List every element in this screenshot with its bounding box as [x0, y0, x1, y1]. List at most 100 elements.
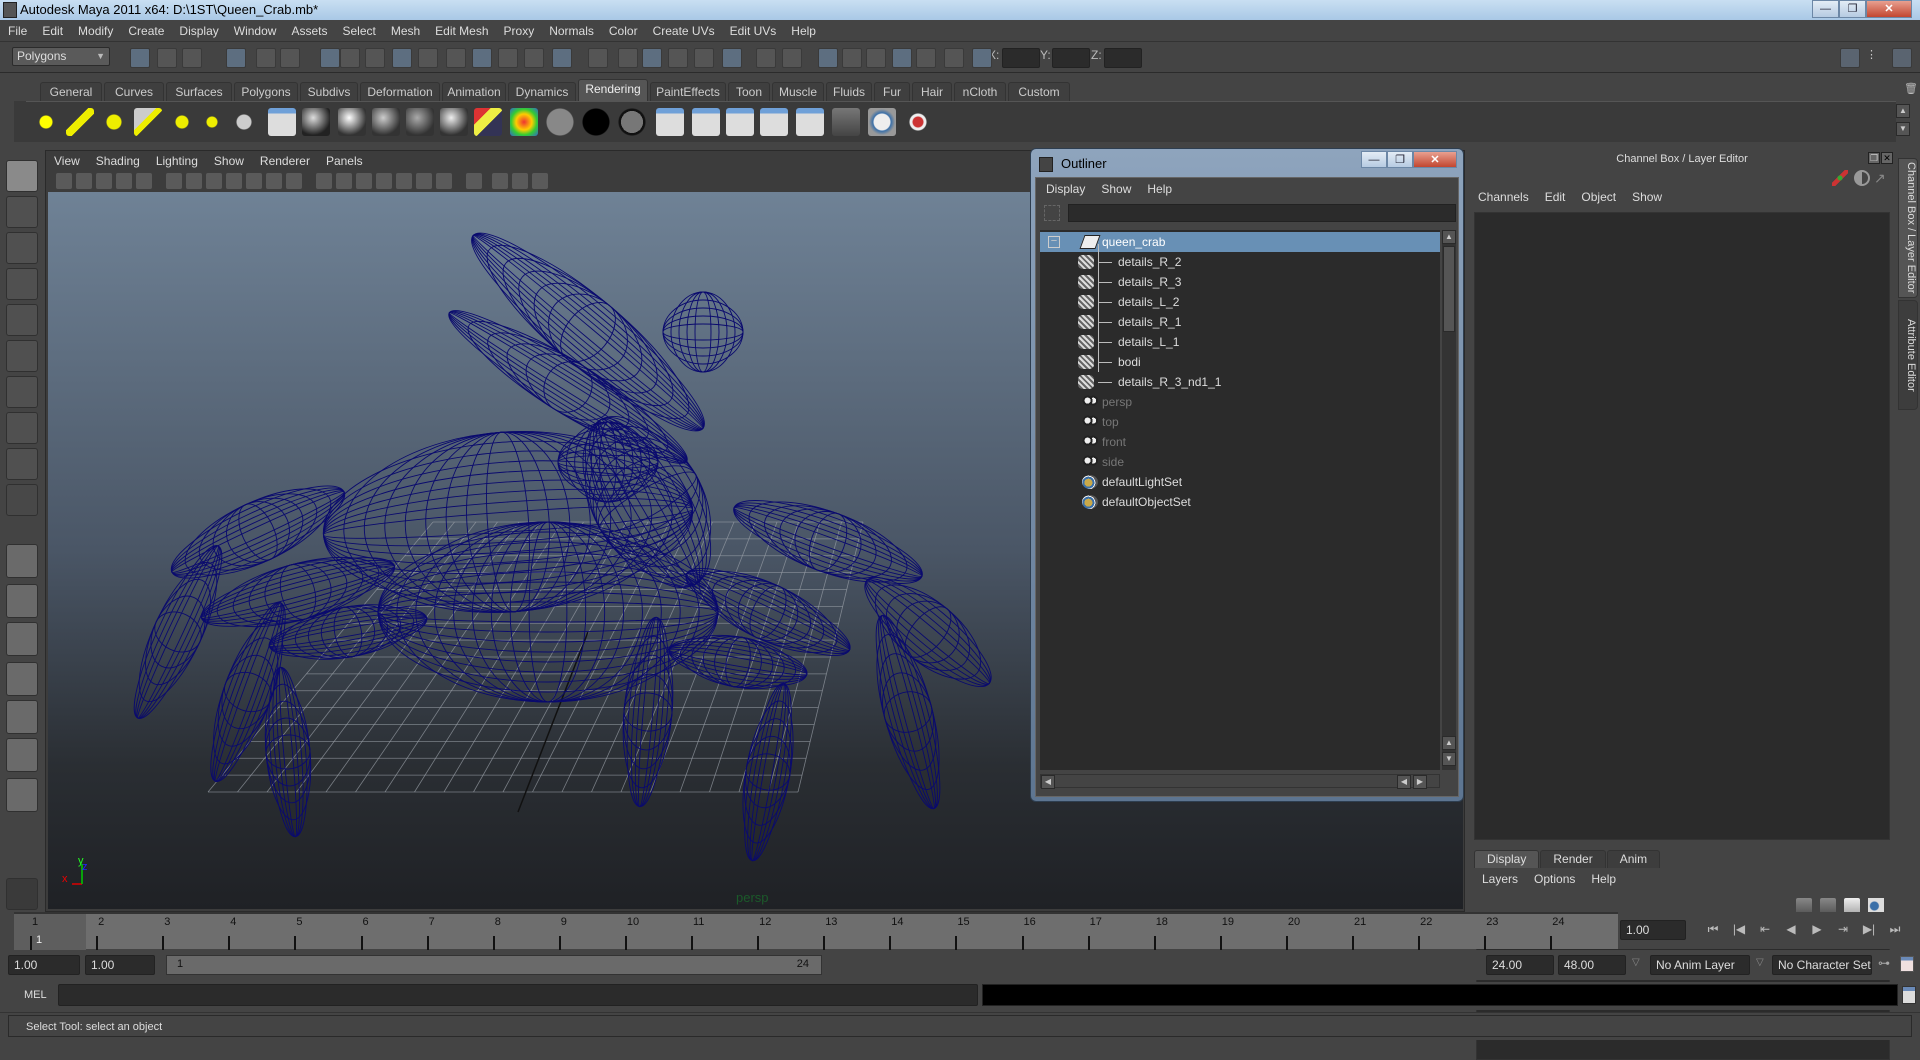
- statusline-tool-icon[interactable]: [446, 48, 466, 68]
- menu-mesh[interactable]: Mesh: [391, 24, 420, 38]
- menu-create-uvs[interactable]: Create UVs: [653, 24, 715, 38]
- z-input[interactable]: [1104, 48, 1142, 68]
- panel-menu-show[interactable]: Show: [214, 154, 244, 168]
- hyper-arrow-icon[interactable]: ↗: [1874, 170, 1890, 186]
- shelf-scroll[interactable]: ▲ ▼: [1896, 104, 1910, 140]
- panel-menu-shading[interactable]: Shading: [96, 154, 140, 168]
- statusline-tool-icon[interactable]: [182, 48, 202, 68]
- float-panel-icon[interactable]: ❐: [1868, 152, 1880, 164]
- wireframe-on-shaded-icon[interactable]: [512, 173, 528, 189]
- statusline-tool-icon[interactable]: [756, 48, 776, 68]
- x-input[interactable]: [1002, 48, 1040, 68]
- scroll-down-button[interactable]: ▼: [1442, 752, 1456, 766]
- channel-menu-object[interactable]: Object: [1581, 190, 1616, 204]
- statusline-tool-icon[interactable]: [842, 48, 862, 68]
- playback-start-field[interactable]: 1.00: [85, 955, 155, 975]
- paint-select-tool-icon[interactable]: [6, 232, 38, 264]
- statusline-tool-icon[interactable]: [256, 48, 276, 68]
- statusline-tool-icon[interactable]: [498, 48, 518, 68]
- outliner-horizontal-scrollbar[interactable]: ◀ ◀ ▶: [1040, 774, 1440, 789]
- film-gate-icon[interactable]: [186, 173, 202, 189]
- universal-manipulator-icon[interactable]: [6, 376, 38, 408]
- panel-menu-lighting[interactable]: Lighting: [156, 154, 198, 168]
- statusline-tool-icon[interactable]: [552, 48, 572, 68]
- minimize-button[interactable]: —: [1812, 0, 1839, 18]
- tool-settings-toggle-icon[interactable]: ⋮: [1866, 48, 1886, 68]
- close-panel-icon[interactable]: ✕: [1881, 152, 1893, 164]
- layout-outliner-perspective-icon[interactable]: [6, 622, 38, 656]
- tab-channel-box[interactable]: Channel Box / Layer Editor: [1898, 158, 1918, 298]
- outliner-minimize-button[interactable]: —: [1361, 151, 1387, 168]
- current-frame-marker[interactable]: 1: [14, 914, 86, 951]
- close-button[interactable]: ✕: [1866, 0, 1912, 18]
- shelf-tab-hair[interactable]: Hair: [912, 82, 952, 102]
- statusline-tool-icon[interactable]: [130, 48, 150, 68]
- flat-shade-icon[interactable]: [356, 173, 372, 189]
- field-chart-icon[interactable]: [246, 173, 262, 189]
- outliner-item[interactable]: − queen_crab: [1040, 232, 1440, 252]
- statusline-tool-icon[interactable]: [418, 48, 438, 68]
- default-light-icon[interactable]: [416, 173, 432, 189]
- volume-light-icon[interactable]: [198, 108, 226, 136]
- range-slider[interactable]: 1 24: [166, 955, 822, 975]
- play-forward-button[interactable]: ▶: [1808, 922, 1826, 940]
- statusline-tool-icon[interactable]: [668, 48, 688, 68]
- outliner-filter-input[interactable]: [1068, 204, 1456, 222]
- point-light-icon[interactable]: [100, 108, 128, 136]
- menu-create[interactable]: Create: [128, 24, 164, 38]
- outliner-item[interactable]: top: [1040, 412, 1440, 432]
- xray-joints-icon[interactable]: [532, 173, 548, 189]
- statusline-tool-icon[interactable]: [972, 48, 992, 68]
- shelf-tab-painteffects[interactable]: PaintEffects: [650, 82, 726, 102]
- step-back-frame-button[interactable]: ⇤: [1756, 922, 1774, 940]
- y-input[interactable]: [1052, 48, 1090, 68]
- statusline-tool-icon[interactable]: [866, 48, 886, 68]
- panel-menu-view[interactable]: View: [54, 154, 80, 168]
- spot-light-icon[interactable]: [134, 108, 162, 136]
- image-plane-icon[interactable]: [116, 173, 132, 189]
- statusline-tool-icon[interactable]: [157, 48, 177, 68]
- xray-icon[interactable]: [466, 173, 482, 189]
- statusline-tool-icon[interactable]: [618, 48, 638, 68]
- menu-modify[interactable]: Modify: [78, 24, 113, 38]
- statusline-tool-icon[interactable]: [392, 48, 412, 68]
- statusline-tool-icon[interactable]: [892, 48, 912, 68]
- textured-icon[interactable]: [376, 173, 392, 189]
- wireframe-icon[interactable]: [316, 173, 332, 189]
- menu-select[interactable]: Select: [342, 24, 375, 38]
- outliner-restore-button[interactable]: ❐: [1387, 151, 1413, 168]
- outliner-menu-show[interactable]: Show: [1101, 182, 1131, 196]
- camera-attributes-icon[interactable]: [76, 173, 92, 189]
- script-editor-icon[interactable]: [1902, 986, 1916, 1004]
- safe-title-icon[interactable]: [286, 173, 302, 189]
- statusline-tool-icon[interactable]: [722, 48, 742, 68]
- statusline-tool-icon[interactable]: [818, 48, 838, 68]
- ramp-shader-icon[interactable]: [510, 108, 538, 136]
- statusline-tool-icon[interactable]: [340, 48, 360, 68]
- grid-icon[interactable]: [166, 173, 182, 189]
- menu-help[interactable]: Help: [791, 24, 816, 38]
- render-globals-icon[interactable]: [268, 108, 296, 136]
- outliner-menu-help[interactable]: Help: [1147, 182, 1172, 196]
- ipr-render-icon[interactable]: [692, 108, 720, 136]
- mel-label[interactable]: MEL: [24, 989, 47, 1001]
- layer-tab-display[interactable]: Display: [1474, 850, 1540, 868]
- menu-window[interactable]: Window: [234, 24, 277, 38]
- go-to-start-button[interactable]: ⏮: [1704, 922, 1722, 940]
- statusline-tool-icon[interactable]: [226, 48, 246, 68]
- outliner-title-bar[interactable]: Outliner — ❐ ✕: [1037, 151, 1457, 177]
- statusline-tool-icon[interactable]: [694, 48, 714, 68]
- outliner-item[interactable]: details_R_2: [1040, 252, 1440, 272]
- use-background-black-icon[interactable]: [582, 108, 610, 136]
- manipulator-icon[interactable]: [1832, 170, 1848, 186]
- animation-end-field[interactable]: 48.00: [1558, 955, 1626, 975]
- ambient-light-icon[interactable]: [32, 108, 60, 136]
- layer-tab-anim[interactable]: Anim: [1606, 850, 1661, 868]
- playback-end-field[interactable]: 24.00: [1486, 955, 1554, 975]
- menu-file[interactable]: File: [8, 24, 27, 38]
- camera-aim-icon[interactable]: [230, 108, 258, 136]
- channel-box-toggle-icon[interactable]: [1892, 48, 1912, 68]
- character-set-field[interactable]: No Character Set: [1772, 955, 1872, 975]
- paint-tool-icon[interactable]: [904, 108, 932, 136]
- directional-light-icon[interactable]: [66, 108, 94, 136]
